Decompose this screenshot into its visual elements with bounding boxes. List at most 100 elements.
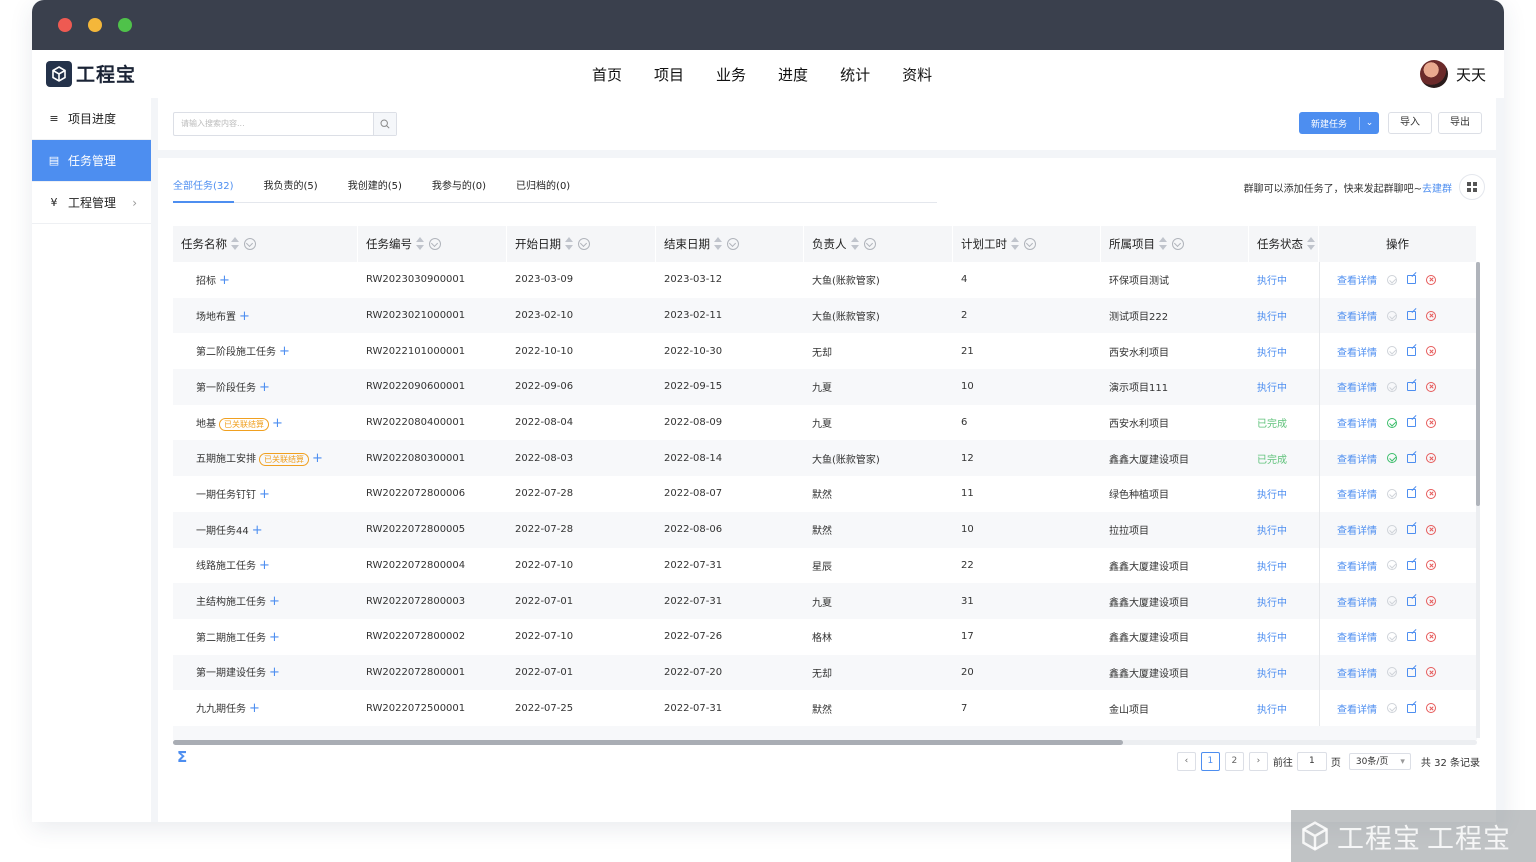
nav-item-business[interactable]: 业务: [716, 64, 746, 85]
filter-icon[interactable]: [1172, 238, 1184, 250]
view-details-link[interactable]: 查看详情: [1337, 522, 1377, 537]
add-subtask-icon[interactable]: +: [249, 701, 260, 716]
edit-icon[interactable]: [1407, 703, 1416, 713]
summary-icon[interactable]: Σ: [177, 748, 187, 766]
table-row[interactable]: 线路施工任务 + RW2022072800004 2022-07-10 2022-07-…: [173, 547, 1477, 584]
add-subtask-icon[interactable]: +: [269, 594, 280, 609]
view-details-link[interactable]: 查看详情: [1337, 272, 1377, 287]
delete-icon[interactable]: [1426, 453, 1436, 464]
task-name[interactable]: 招标: [196, 276, 216, 287]
view-details-link[interactable]: 查看详情: [1337, 344, 1377, 359]
add-subtask-icon[interactable]: +: [259, 558, 270, 573]
filter-icon[interactable]: [863, 238, 876, 250]
view-details-link[interactable]: 查看详情: [1337, 701, 1377, 716]
page-size-select[interactable]: 30条/页: [1348, 753, 1411, 771]
view-details-link[interactable]: 查看详情: [1337, 486, 1377, 501]
scroll-thumb[interactable]: [1476, 262, 1480, 506]
col-end-date[interactable]: 结束日期: [656, 226, 804, 262]
sidebar-item-engineering-management[interactable]: ¥ 工程管理 ›: [32, 182, 151, 224]
complete-check-icon[interactable]: [1387, 346, 1397, 357]
complete-check-icon[interactable]: [1387, 274, 1397, 285]
complete-check-icon[interactable]: [1387, 703, 1397, 714]
col-task-code[interactable]: 任务编号: [358, 226, 507, 262]
view-details-link[interactable]: 查看详情: [1337, 451, 1377, 466]
view-details-link[interactable]: 查看详情: [1337, 379, 1377, 394]
nav-item-documents[interactable]: 资料: [902, 64, 932, 85]
close-window-button[interactable]: [58, 18, 72, 32]
delete-icon[interactable]: [1426, 667, 1436, 678]
delete-icon[interactable]: [1426, 488, 1436, 499]
app-logo[interactable]: 工程宝: [46, 60, 136, 87]
task-name[interactable]: 一期任务44: [196, 526, 249, 537]
add-subtask-icon[interactable]: +: [259, 380, 270, 395]
complete-check-icon[interactable]: [1387, 310, 1397, 321]
complete-check-icon[interactable]: [1387, 596, 1397, 607]
tab-my-participated[interactable]: 我参与的(0): [432, 176, 486, 201]
edit-icon[interactable]: [1407, 489, 1416, 499]
import-button[interactable]: 导入: [1388, 112, 1432, 134]
add-subtask-icon[interactable]: +: [279, 344, 290, 359]
scroll-thumb[interactable]: [173, 740, 1123, 745]
col-planned-hours[interactable]: 计划工时: [953, 226, 1101, 262]
col-project[interactable]: 所属项目: [1101, 226, 1249, 262]
edit-icon[interactable]: [1407, 311, 1416, 321]
complete-check-icon[interactable]: [1387, 560, 1397, 571]
goto-page-input[interactable]: 1: [1296, 752, 1327, 771]
complete-check-icon[interactable]: [1387, 667, 1397, 678]
new-task-button[interactable]: 新建任务 ⌄: [1299, 112, 1379, 134]
delete-icon[interactable]: [1426, 381, 1436, 392]
edit-icon[interactable]: [1407, 667, 1416, 677]
task-name[interactable]: 第二期施工任务: [196, 633, 266, 644]
tab-my-created[interactable]: 我创建的(5): [348, 176, 402, 201]
tab-archived[interactable]: 已归档的(0): [516, 176, 570, 201]
search-button[interactable]: [373, 113, 396, 135]
task-name[interactable]: 第一阶段任务: [196, 383, 256, 394]
sort-icon[interactable]: [1159, 236, 1167, 252]
add-subtask-icon[interactable]: +: [269, 665, 280, 680]
nav-item-statistics[interactable]: 统计: [840, 64, 870, 85]
view-details-link[interactable]: 查看详情: [1337, 629, 1377, 644]
delete-icon[interactable]: [1426, 596, 1436, 607]
next-page-button[interactable]: ›: [1248, 752, 1268, 771]
task-name[interactable]: 五期施工安排: [196, 454, 256, 465]
delete-icon[interactable]: [1426, 631, 1436, 642]
vertical-scrollbar[interactable]: [1476, 262, 1480, 738]
sort-icon[interactable]: [714, 236, 722, 252]
chevron-down-icon[interactable]: ⌄: [1360, 118, 1379, 128]
view-details-link[interactable]: 查看详情: [1337, 415, 1377, 430]
edit-icon[interactable]: [1407, 275, 1416, 285]
col-owner[interactable]: 负责人: [804, 226, 953, 262]
delete-icon[interactable]: [1426, 703, 1436, 714]
task-name[interactable]: 场地布置: [196, 312, 236, 323]
task-name[interactable]: 第二阶段施工任务: [196, 347, 276, 358]
task-name[interactable]: 主结构施工任务: [196, 597, 266, 608]
sort-icon[interactable]: [850, 236, 859, 252]
task-name[interactable]: 线路施工任务: [196, 561, 256, 572]
table-row[interactable]: 第二阶段施工任务 + RW2022101000001 2022-10-10 2022-1…: [173, 333, 1477, 370]
add-subtask-icon[interactable]: +: [272, 416, 283, 431]
edit-icon[interactable]: [1407, 453, 1416, 463]
complete-check-icon[interactable]: [1387, 453, 1397, 464]
filter-icon[interactable]: [578, 238, 590, 250]
delete-icon[interactable]: [1426, 560, 1436, 571]
table-row[interactable]: 第二期施工任务 + RW2022072800002 2022-07-10 2022-07…: [173, 618, 1477, 655]
grid-view-button[interactable]: [1459, 174, 1485, 200]
edit-icon[interactable]: [1407, 525, 1416, 535]
filter-icon[interactable]: [1024, 238, 1036, 250]
add-subtask-icon[interactable]: +: [252, 523, 263, 538]
tab-my-responsible[interactable]: 我负责的(5): [264, 176, 318, 201]
prev-page-button[interactable]: ‹: [1176, 752, 1196, 771]
sort-icon[interactable]: [231, 236, 239, 252]
tab-all-tasks[interactable]: 全部任务(32): [173, 176, 234, 203]
add-subtask-icon[interactable]: +: [312, 451, 323, 466]
delete-icon[interactable]: [1426, 274, 1436, 285]
table-row[interactable]: 主结构施工任务 + RW2022072800003 2022-07-01 2022-07…: [173, 583, 1477, 619]
table-row[interactable]: 九九期任务 + RW2022072500001 2022-07-25 2022-07-3…: [173, 690, 1477, 726]
add-subtask-icon[interactable]: +: [269, 630, 280, 645]
table-row[interactable]: 地基 已关联结算 + RW2022080400001 2022-08-04 2022-08…: [173, 404, 1477, 441]
add-subtask-icon[interactable]: +: [259, 487, 270, 502]
table-row[interactable]: 一期任务44 + RW2022072800005 2022-07-28 2022-08-…: [173, 511, 1477, 548]
table-row[interactable]: 第一期建设任务 + RW2022072800001 2022-07-01 2022-07…: [173, 654, 1477, 691]
nav-item-home[interactable]: 首页: [592, 64, 622, 85]
page-1-button[interactable]: 1: [1200, 752, 1220, 771]
